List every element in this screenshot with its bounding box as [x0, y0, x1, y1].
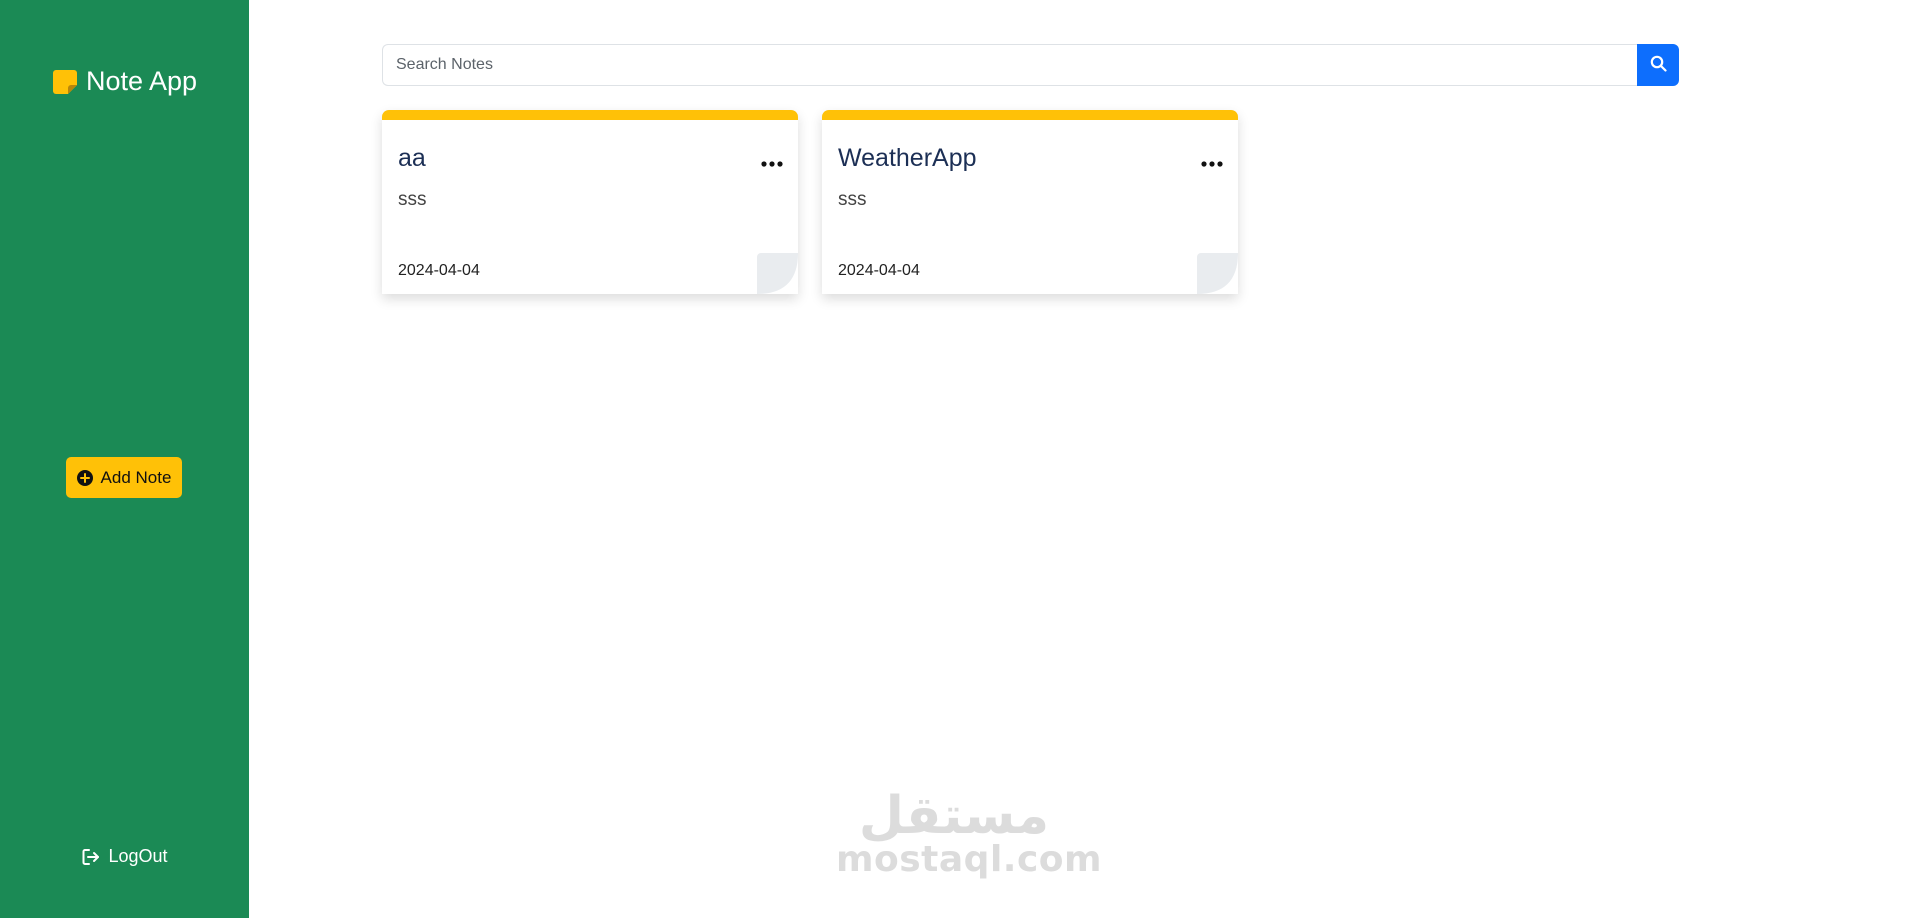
mostaql-watermark: مستقل mostaql.com	[836, 786, 1103, 880]
note-card[interactable]: aa sss 2024-04-04	[382, 110, 798, 294]
search-button[interactable]	[1637, 44, 1679, 86]
brand: Note App	[0, 66, 249, 97]
note-body: sss	[838, 189, 867, 210]
page-curl	[757, 253, 798, 294]
watermark-latin: mostaql.com	[836, 839, 1103, 880]
add-note-label: Add Note	[100, 467, 172, 487]
search-icon	[1650, 55, 1667, 75]
logout-label: LogOut	[108, 846, 168, 866]
add-note-button[interactable]: Add Note	[66, 457, 182, 498]
note-date: 2024-04-04	[838, 262, 920, 279]
page-curl	[1197, 253, 1238, 294]
note-body: sss	[398, 189, 427, 210]
note-title: aa	[398, 144, 426, 172]
brand-title: Note App	[85, 66, 198, 96]
sidebar: Note App Add Note LogOut	[0, 0, 249, 918]
plus-circle-icon	[76, 469, 93, 486]
search-input[interactable]	[382, 44, 1637, 86]
ellipsis-icon[interactable]	[1200, 156, 1224, 167]
sign-out-icon	[81, 847, 101, 867]
note-date: 2024-04-04	[398, 262, 480, 279]
sticky-note-icon	[52, 69, 78, 95]
ellipsis-icon[interactable]	[760, 156, 784, 167]
logout-button[interactable]: LogOut	[0, 846, 249, 867]
watermark-arabic: مستقل	[858, 786, 1050, 846]
note-title: WeatherApp	[838, 144, 977, 172]
app-root: Note App Add Note LogOut Search Notes aa…	[0, 0, 1908, 918]
notes-list: aa sss 2024-04-04 WeatherApp sss 2024-04…	[382, 110, 1238, 294]
search-bar	[382, 44, 1679, 86]
note-card[interactable]: WeatherApp sss 2024-04-04	[822, 110, 1238, 294]
